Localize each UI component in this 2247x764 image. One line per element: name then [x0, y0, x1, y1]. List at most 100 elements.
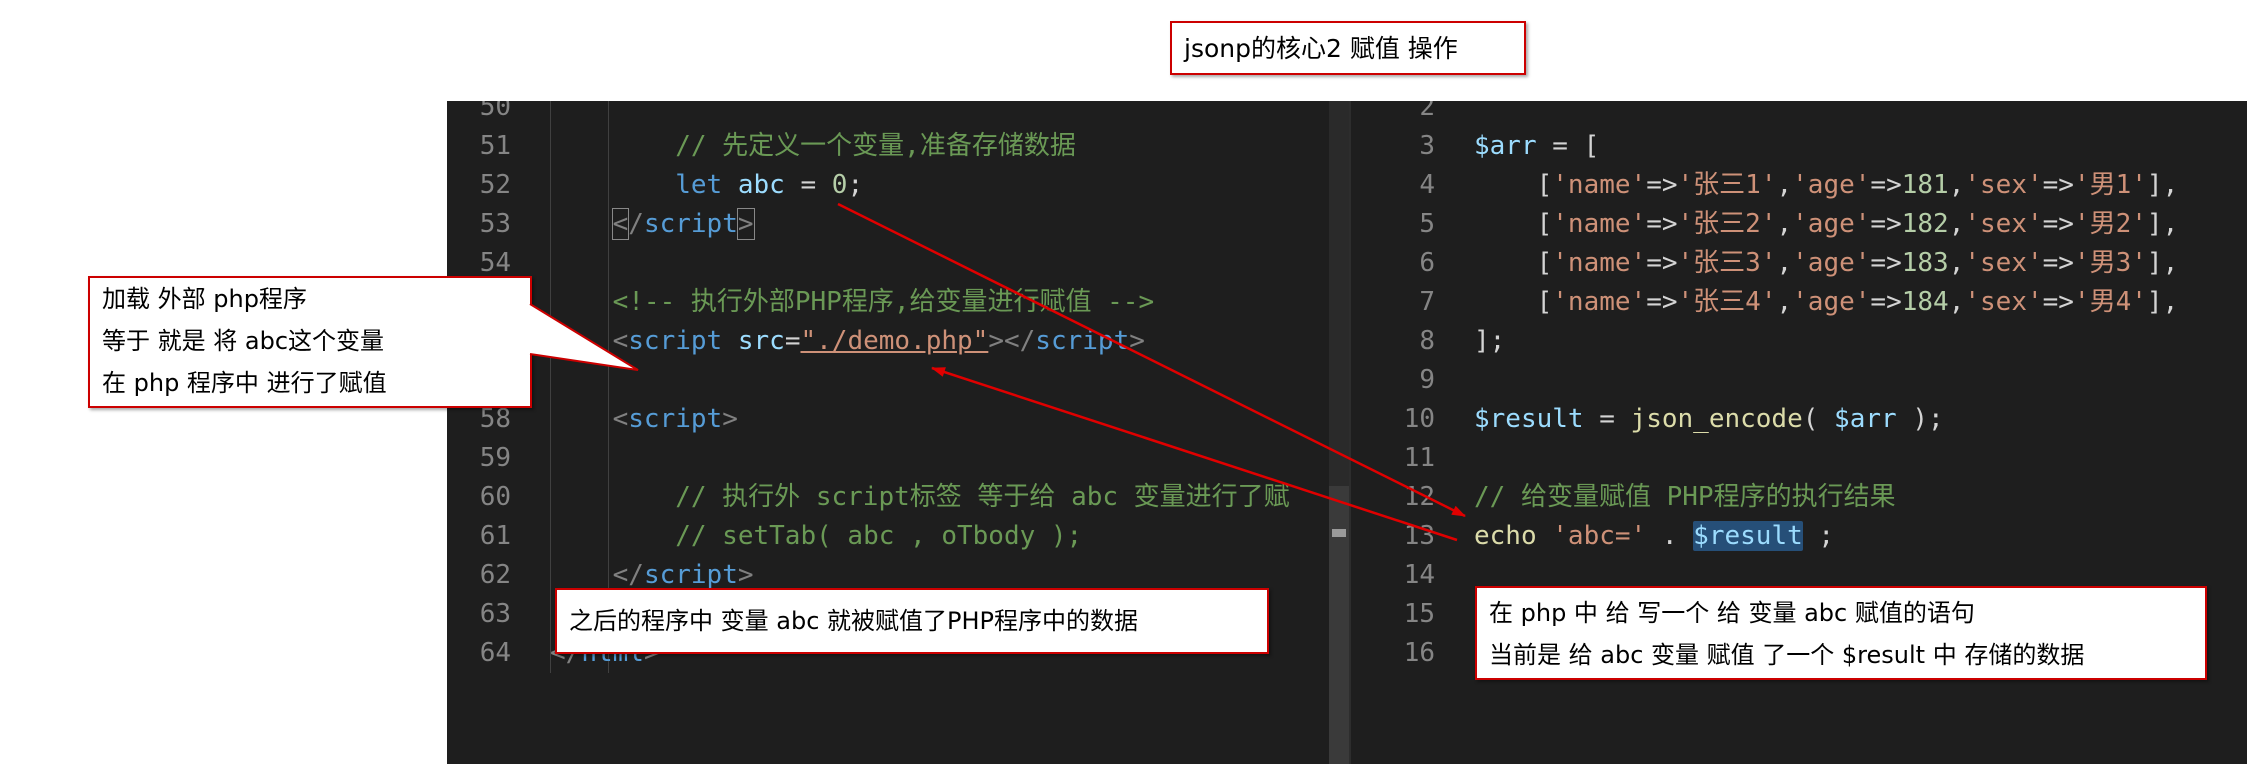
code-text[interactable]: // 执行外 script标签 等于给 abc 变量进行了赋	[550, 478, 1290, 517]
indent-guide	[550, 101, 551, 127]
code-token: 'sex'	[1964, 287, 2043, 317]
code-token: = [	[1536, 131, 1600, 161]
code-line[interactable]: 54	[447, 244, 1349, 283]
assigned-data-callout: 之后的程序中 变量 abc 就被赋值了PHP程序中的数据	[555, 588, 1269, 654]
code-token: 'abc='	[1552, 521, 1647, 551]
code-text[interactable]: // 给变量赋值 PHP程序的执行结果	[1474, 478, 1896, 517]
code-text[interactable]: ['name'=>'张三4','age'=>184,'sex'=>'男4'],	[1474, 283, 2179, 322]
code-token: src	[737, 326, 785, 356]
line-number: 2	[1419, 101, 1435, 122]
code-token: </	[612, 560, 644, 590]
code-token: ],	[2146, 170, 2179, 200]
code-token: ,	[1776, 209, 1793, 239]
code-token: echo	[1474, 521, 1537, 551]
code-line[interactable]: 11	[1351, 439, 2247, 478]
code-line[interactable]: 3 $arr = [	[1351, 127, 2247, 166]
code-line[interactable]: 5 ['name'=>'张三2','age'=>182,'sex'=>'男2']…	[1351, 205, 2247, 244]
line-number: 59	[479, 443, 511, 473]
code-token: script	[1035, 326, 1130, 356]
line-number: 64	[479, 638, 511, 668]
code-token: ;	[1802, 521, 1835, 551]
code-token: abc	[737, 170, 785, 200]
code-token: =>	[1646, 287, 1678, 317]
code-token: ,	[1948, 248, 1965, 278]
code-text[interactable]: $result = json_encode( $arr );	[1474, 400, 1944, 439]
callout-line: 在 php 中 给 写一个 给 变量 abc 赋值的语句	[1489, 599, 1975, 627]
left-editor-scrollbar[interactable]	[1329, 101, 1349, 764]
code-line[interactable]: 12 // 给变量赋值 PHP程序的执行结果	[1351, 478, 2247, 517]
code-token: let	[675, 170, 723, 200]
code-token: ],	[2146, 248, 2179, 278]
code-token: >	[736, 208, 755, 240]
line-number: 4	[1419, 170, 1435, 200]
code-token: =>	[2042, 248, 2074, 278]
code-token: // 执行外 script标签 等于给 abc 变量进行了赋	[550, 482, 1290, 512]
code-token: ],	[2146, 287, 2179, 317]
code-text[interactable]: echo 'abc=' . $result ;	[1474, 517, 1834, 556]
code-text[interactable]: // 先定义一个变量,准备存储数据	[550, 127, 1076, 166]
code-line[interactable]: 61 // setTab( abc , oTbody );	[447, 517, 1349, 556]
code-line[interactable]: 9	[1351, 361, 2247, 400]
code-token: ,	[1948, 287, 1965, 317]
code-token: $arr	[1474, 131, 1537, 161]
code-line[interactable]: 51 // 先定义一个变量,准备存储数据	[447, 127, 1349, 166]
code-token: 'sex'	[1964, 248, 2043, 278]
code-token: ];	[1474, 326, 1506, 356]
code-token: 'name'	[1552, 248, 1647, 278]
code-line[interactable]: 13 echo 'abc=' . $result ;	[1351, 517, 2247, 556]
code-text[interactable]: <script>	[550, 400, 738, 439]
code-line[interactable]: 58 <script>	[447, 400, 1349, 439]
code-line[interactable]: 6 ['name'=>'张三3','age'=>183,'sex'=>'男3']…	[1351, 244, 2247, 283]
code-token: 0	[831, 170, 848, 200]
code-token: =>	[1646, 170, 1678, 200]
code-text[interactable]: ['name'=>'张三3','age'=>183,'sex'=>'男3'],	[1474, 244, 2179, 283]
code-text[interactable]: ['name'=>'张三1','age'=>181,'sex'=>'男1'],	[1474, 166, 2179, 205]
callout-line: 等于 就是 将 abc这个变量	[102, 327, 385, 355]
scrollbar-thumb[interactable]	[1329, 486, 1349, 764]
code-text[interactable]: $arr = [	[1474, 127, 1599, 166]
line-number: 3	[1419, 131, 1435, 161]
line-number: 15	[1403, 599, 1435, 629]
code-text[interactable]: ['name'=>'张三2','age'=>182,'sex'=>'男2'],	[1474, 205, 2179, 244]
code-token: "./demo.php"	[800, 326, 989, 356]
code-token: >	[1129, 326, 1145, 356]
code-token: 'age'	[1792, 287, 1871, 317]
code-line[interactable]: 10 $result = json_encode( $arr );	[1351, 400, 2247, 439]
code-line[interactable]: 7 ['name'=>'张三4','age'=>184,'sex'=>'男4']…	[1351, 283, 2247, 322]
code-text[interactable]: let abc = 0;	[550, 166, 863, 205]
callout-line: 加载 外部 php程序	[102, 285, 307, 313]
callout-line: 在 php 程序中 进行了赋值	[102, 369, 387, 397]
line-number: 10	[1403, 404, 1435, 434]
line-number: 51	[479, 131, 511, 161]
code-line[interactable]: 52 let abc = 0;	[447, 166, 1349, 205]
code-line[interactable]: 2	[1351, 101, 2247, 127]
code-token: [	[1474, 287, 1553, 317]
code-text[interactable]: // setTab( abc , oTbody );	[550, 517, 1082, 556]
code-line[interactable]: 50	[447, 101, 1349, 127]
left-code-editor[interactable]: 50 51 // 先定义一个变量,准备存储数据 52 let abc = 0; 53 …	[447, 101, 1349, 764]
code-line[interactable]: 60 // 执行外 script标签 等于给 abc 变量进行了赋	[447, 478, 1349, 517]
code-token: =	[1583, 404, 1631, 434]
code-token: script	[643, 209, 738, 239]
code-token: .	[1646, 521, 1694, 551]
code-token: =>	[1870, 248, 1902, 278]
code-line[interactable]: 4 ['name'=>'张三1','age'=>181,'sex'=>'男1']…	[1351, 166, 2247, 205]
code-text[interactable]: ];	[1474, 322, 1505, 361]
code-text[interactable]: </script>	[550, 205, 755, 244]
code-token: =>	[1646, 209, 1678, 239]
code-token: ,	[1776, 248, 1793, 278]
code-line[interactable]: 8];	[1351, 322, 2247, 361]
line-number: 50	[479, 101, 511, 122]
code-token: =>	[1870, 170, 1902, 200]
code-token: $arr	[1834, 404, 1897, 434]
code-token: );	[1896, 404, 1944, 434]
code-line[interactable]: 53 </script>	[447, 205, 1349, 244]
line-number: 7	[1419, 287, 1435, 317]
callout-line: 当前是 给 abc 变量 赋值 了一个 $result 中 存储的数据	[1489, 641, 2085, 669]
code-token: '男4'	[2073, 287, 2147, 317]
code-line[interactable]: 59	[447, 439, 1349, 478]
code-token: '张三1'	[1677, 170, 1777, 200]
line-number: 6	[1419, 248, 1435, 278]
line-number: 60	[479, 482, 511, 512]
code-token: 'name'	[1552, 209, 1647, 239]
